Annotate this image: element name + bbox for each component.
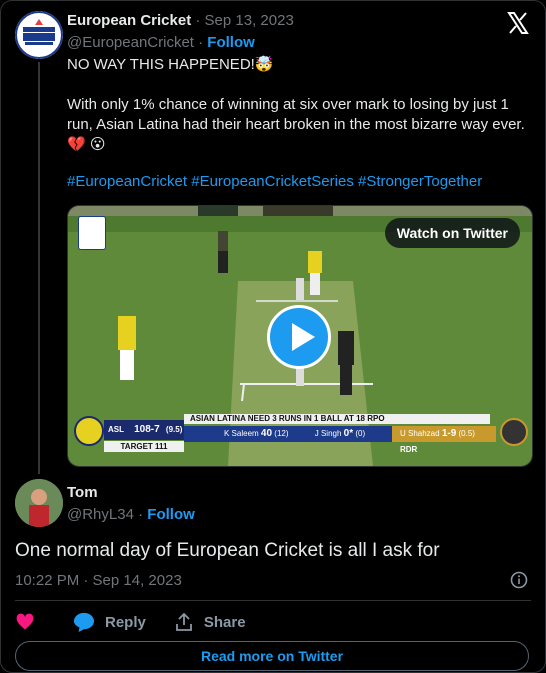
bowler-overs: (0.5) xyxy=(458,429,475,438)
bowler-bar: U Shahzad 1-9 (0.5) RDR xyxy=(392,426,496,454)
batter-1-runs: 40 xyxy=(260,428,273,439)
share-icon xyxy=(175,612,192,631)
reply-bubble-icon xyxy=(74,612,94,632)
x-logo-icon[interactable] xyxy=(506,11,530,35)
bowler-name: U Shahzad xyxy=(400,429,440,438)
score-overs: (9.5) xyxy=(165,425,183,434)
author-name[interactable]: European Cricket xyxy=(67,12,191,29)
tweet-date[interactable]: · Sep 13, 2023 xyxy=(195,12,293,29)
batter-1-balls: (12) xyxy=(274,429,289,438)
batter-2-name: J Singh xyxy=(314,429,342,438)
share-label: Share xyxy=(203,613,246,631)
reply-author-name[interactable]: Tom xyxy=(67,484,98,501)
batter-1-name: K Saleem xyxy=(224,429,259,438)
dot-separator: · xyxy=(198,34,208,51)
reply-follow-button[interactable]: Follow xyxy=(147,506,195,523)
batter-2-balls: (0) xyxy=(355,429,366,438)
author-handle[interactable]: @EuropeanCricket xyxy=(67,34,194,51)
broadcast-logo xyxy=(78,216,106,250)
tweet-line-2: With only 1% chance of winning at six ov… xyxy=(67,96,525,153)
action-bar: Reply Share xyxy=(15,611,274,633)
batters-bar: K Saleem 40 (12) J Singh 0* (0) xyxy=(184,426,392,442)
video-thumbnail[interactable]: Watch on Twitter ASL 108-7 (9.5) TARGET … xyxy=(67,205,533,467)
share-button[interactable]: Share xyxy=(174,612,246,632)
watch-on-twitter-button[interactable]: Watch on Twitter xyxy=(384,218,520,248)
reply-body: One normal day of European Cricket is al… xyxy=(15,540,440,561)
play-icon xyxy=(292,323,315,351)
bowler-figures: 1-9 xyxy=(441,428,457,439)
author-handle-row: @EuropeanCricket · Follow xyxy=(67,34,255,51)
reply-label: Reply xyxy=(105,613,146,631)
heart-icon xyxy=(16,613,34,630)
score-team: ASL xyxy=(108,425,124,434)
info-icon[interactable] xyxy=(510,571,528,589)
hashtags[interactable]: #EuropeanCricket #EuropeanCricketSeries … xyxy=(67,173,482,190)
reply-name-text: Tom xyxy=(67,484,98,501)
score-box: ASL 108-7 (9.5) xyxy=(104,420,184,440)
batter-2-runs: 0* xyxy=(343,428,354,439)
european-cricket-avatar[interactable] xyxy=(15,11,63,59)
reply-timestamp[interactable]: 10:22 PM · Sep 14, 2023 xyxy=(15,572,182,589)
score-value: 108-7 xyxy=(134,424,160,435)
reply-handle-row: @RhyL34 · Follow xyxy=(67,506,195,523)
scoreboard: ASL 108-7 (9.5) TARGET 111 ASIAN LATINA … xyxy=(72,414,528,458)
play-button[interactable] xyxy=(267,305,331,369)
thread-line xyxy=(38,62,40,474)
opponent-badge xyxy=(500,418,528,446)
tweet-body: NO WAY THIS HAPPENED!🤯 With only 1% chan… xyxy=(67,55,532,155)
tom-avatar[interactable] xyxy=(15,479,63,527)
reply-handle[interactable]: @RhyL34 xyxy=(67,506,134,523)
team-badge xyxy=(74,416,104,446)
tweet-header: European Cricket · Sep 13, 2023 xyxy=(67,12,294,29)
tweet-line-1: NO WAY THIS HAPPENED!🤯 xyxy=(67,56,274,73)
opponent-team: RDR xyxy=(400,445,418,454)
dot-separator: · xyxy=(138,506,148,523)
target-box: TARGET 111 xyxy=(104,441,184,452)
match-banner: ASIAN LATINA NEED 3 RUNS IN 1 BALL AT 18… xyxy=(184,414,490,424)
divider xyxy=(15,600,531,601)
like-button[interactable] xyxy=(15,612,45,632)
follow-button[interactable]: Follow xyxy=(207,34,255,51)
reply-button[interactable]: Reply xyxy=(73,612,146,632)
read-more-button[interactable]: Read more on Twitter xyxy=(15,641,529,671)
